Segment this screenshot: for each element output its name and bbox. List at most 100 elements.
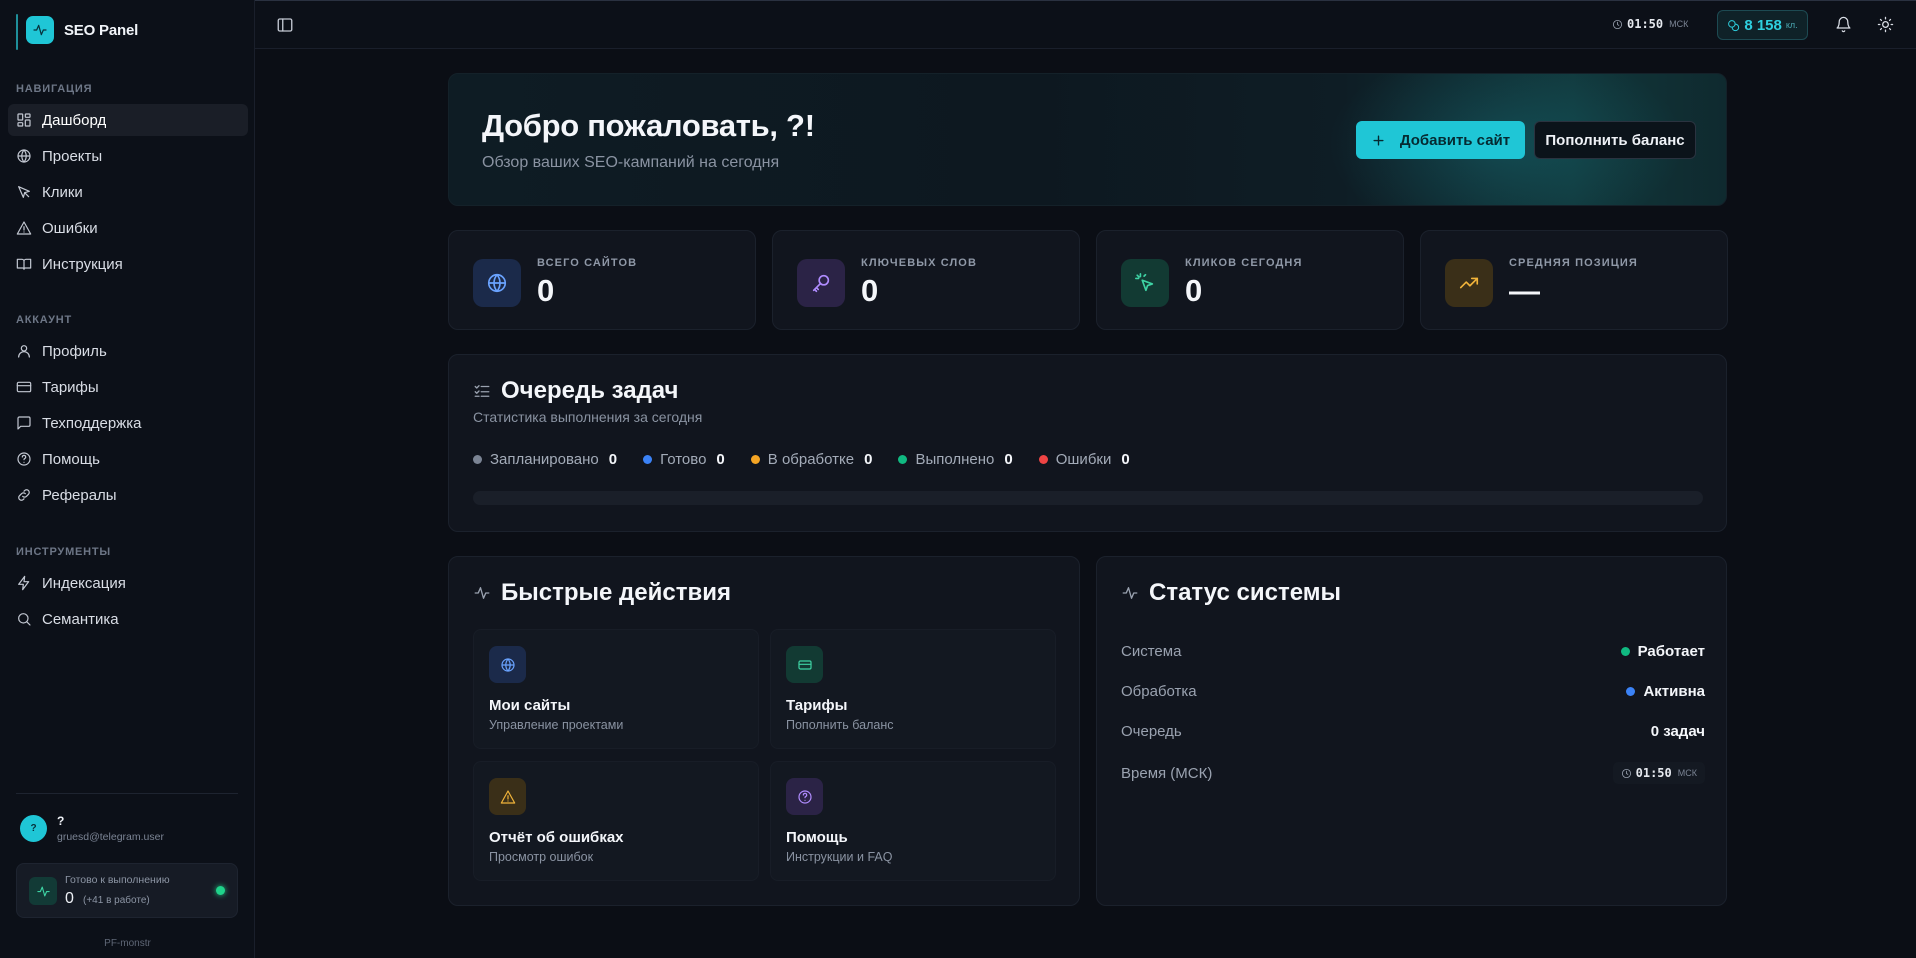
nav-section-navigation: НАВИГАЦИЯ Дашборд Проекты Клики Ошибки И… xyxy=(8,80,248,284)
globe-icon xyxy=(17,149,31,163)
legend-label: Запланировано xyxy=(490,451,599,468)
bell-icon[interactable] xyxy=(1835,16,1852,33)
legend-label: В обработке xyxy=(767,451,855,468)
stat-card-clicks-today: КЛИКОВ СЕГОДНЯ 0 xyxy=(1096,230,1404,330)
stats-row: ВСЕГО САЙТОВ 0 КЛЮЧЕВЫХ СЛОВ 0 КЛИКОВ СЕ… xyxy=(448,230,1728,330)
status-clock-time: 01:50 xyxy=(1635,766,1672,780)
user-profile[interactable]: ? ? gruesd@telegram.user xyxy=(20,814,164,843)
status-key: Время (МСК) xyxy=(1121,764,1213,782)
search-icon xyxy=(18,613,31,626)
sidebar-item-support[interactable]: Техподдержка xyxy=(8,407,248,439)
sidebar-item-label: Ошибки xyxy=(42,219,98,237)
dashboard-icon xyxy=(17,113,31,127)
welcome-banner: Добро пожаловать, ?! Обзор ваших SEO-кам… xyxy=(448,73,1727,206)
stat-value: 0 xyxy=(1185,273,1203,308)
tile-subtitle: Пополнить баланс xyxy=(786,718,894,732)
quick-action-my-sites[interactable]: Мои сайты Управление проектами xyxy=(473,629,759,749)
legend-dot xyxy=(643,455,653,464)
status-clock-timezone: МСК xyxy=(1677,768,1697,778)
warning-icon xyxy=(489,778,526,815)
sidebar-item-referrals[interactable]: Рефералы xyxy=(8,479,248,511)
sidebar-item-projects[interactable]: Проекты xyxy=(8,140,248,172)
sidebar-item-label: Индексация xyxy=(42,574,126,592)
queue-label: Готово к выполнению xyxy=(65,874,170,886)
clock-timezone: МСК xyxy=(1669,19,1689,29)
sidebar-item-label: Рефералы xyxy=(42,486,117,504)
status-row-system: Система Работает xyxy=(1121,639,1705,663)
activity-icon xyxy=(474,587,490,599)
stat-label: КЛИКОВ СЕГОДНЯ xyxy=(1185,257,1303,269)
legend-value: 0 xyxy=(608,451,618,468)
sidebar-toggle-icon[interactable] xyxy=(276,16,294,34)
system-status-title: Статус системы xyxy=(1149,579,1342,606)
status-key: Система xyxy=(1121,642,1182,660)
warning-icon xyxy=(16,221,32,235)
tile-subtitle: Просмотр ошибок xyxy=(489,850,594,864)
clock-icon xyxy=(1621,768,1631,778)
quick-action-tariffs[interactable]: Тарифы Пополнить баланс xyxy=(770,629,1056,749)
task-progress-bar xyxy=(473,491,1703,505)
status-value: Активна xyxy=(1626,683,1705,700)
tile-title: Помощь xyxy=(786,829,848,846)
cursor-icon xyxy=(18,186,30,198)
tile-title: Мои сайты xyxy=(489,697,571,714)
topbar: 01:50 МСК 8 158 кл. xyxy=(255,0,1916,49)
card-icon xyxy=(786,646,823,683)
queue-extra: (+41 в работе) xyxy=(83,895,150,906)
footer-signature: PF-monstr xyxy=(104,938,151,949)
key-icon xyxy=(797,259,845,307)
sidebar-item-clicks[interactable]: Клики xyxy=(8,176,248,208)
sidebar-item-label: Тарифы xyxy=(42,378,99,396)
credits-balance-button[interactable]: 8 158 кл. xyxy=(1717,10,1808,40)
coins-icon xyxy=(1728,19,1740,31)
sidebar-item-indexing[interactable]: Индексация xyxy=(8,567,248,599)
trend-up-icon xyxy=(1445,259,1493,307)
task-queue-title: Очередь задач xyxy=(501,377,679,404)
nav-heading: НАВИГАЦИЯ xyxy=(16,83,93,95)
status-key: Обработка xyxy=(1121,682,1197,700)
nav-section-account: АККАУНТ Профиль Тарифы Техподдержка Помо… xyxy=(8,311,248,515)
status-value: Работает xyxy=(1620,643,1705,660)
globe-icon xyxy=(489,646,526,683)
legend-value: 0 xyxy=(1121,451,1130,468)
sidebar-item-semantics[interactable]: Семантика xyxy=(8,603,248,635)
top-up-balance-button[interactable]: Пополнить баланс xyxy=(1534,121,1696,159)
sidebar-item-dashboard[interactable]: Дашборд xyxy=(8,104,248,136)
legend-item-ready: Готово 0 xyxy=(643,451,725,468)
theme-toggle-sun-icon[interactable] xyxy=(1877,16,1894,33)
brand[interactable]: SEO Panel xyxy=(16,16,138,44)
legend-dot xyxy=(1038,455,1048,464)
stat-card-total-sites: ВСЕГО САЙТОВ 0 xyxy=(448,230,756,330)
sidebar-item-help[interactable]: Помощь xyxy=(8,443,248,475)
status-dot xyxy=(1620,646,1630,656)
sidebar: SEO Panel НАВИГАЦИЯ Дашборд Проекты Клик… xyxy=(0,0,255,958)
sidebar-item-label: Дашборд xyxy=(42,111,107,129)
sidebar-item-errors[interactable]: Ошибки xyxy=(8,212,248,244)
tile-subtitle: Управление проектами xyxy=(489,718,624,732)
quick-action-error-report[interactable]: Отчёт об ошибках Просмотр ошибок xyxy=(473,761,759,881)
stat-label: ВСЕГО САЙТОВ xyxy=(537,257,638,269)
sidebar-item-tariffs[interactable]: Тарифы xyxy=(8,371,248,403)
sidebar-item-instructions[interactable]: Инструкция xyxy=(8,248,248,280)
add-site-label: Добавить сайт xyxy=(1399,131,1511,149)
legend-item-completed: Выполнено 0 xyxy=(898,451,1013,468)
tile-title: Отчёт об ошибках xyxy=(489,829,624,846)
queue-status-card: Готово к выполнению 0 (+41 в работе) xyxy=(16,863,238,918)
pulse-logo-icon xyxy=(26,16,54,44)
activity-icon xyxy=(1122,587,1138,599)
nav-section-tools: ИНСТРУМЕНТЫ Индексация Семантика xyxy=(8,543,248,639)
page-subtitle: Обзор ваших SEO-кампаний на сегодня xyxy=(482,154,780,171)
bolt-icon xyxy=(18,575,30,591)
sidebar-item-label: Семантика xyxy=(42,610,119,628)
legend-item-processing: В обработке 0 xyxy=(750,451,872,468)
user-icon xyxy=(18,345,30,358)
sidebar-item-profile[interactable]: Профиль xyxy=(8,335,248,367)
quick-actions-card: Быстрые действия Мои сайты Управление пр… xyxy=(448,556,1080,906)
stat-value: — xyxy=(1509,273,1540,308)
add-site-button[interactable]: Добавить сайт xyxy=(1356,121,1525,159)
server-clock: 01:50 МСК xyxy=(1612,17,1688,31)
system-status-card: Статус системы Система Работает Обработк… xyxy=(1096,556,1727,906)
nav-heading: ИНСТРУМЕНТЫ xyxy=(16,546,112,558)
user-name: ? xyxy=(57,814,65,828)
quick-action-help[interactable]: Помощь Инструкции и FAQ xyxy=(770,761,1056,881)
